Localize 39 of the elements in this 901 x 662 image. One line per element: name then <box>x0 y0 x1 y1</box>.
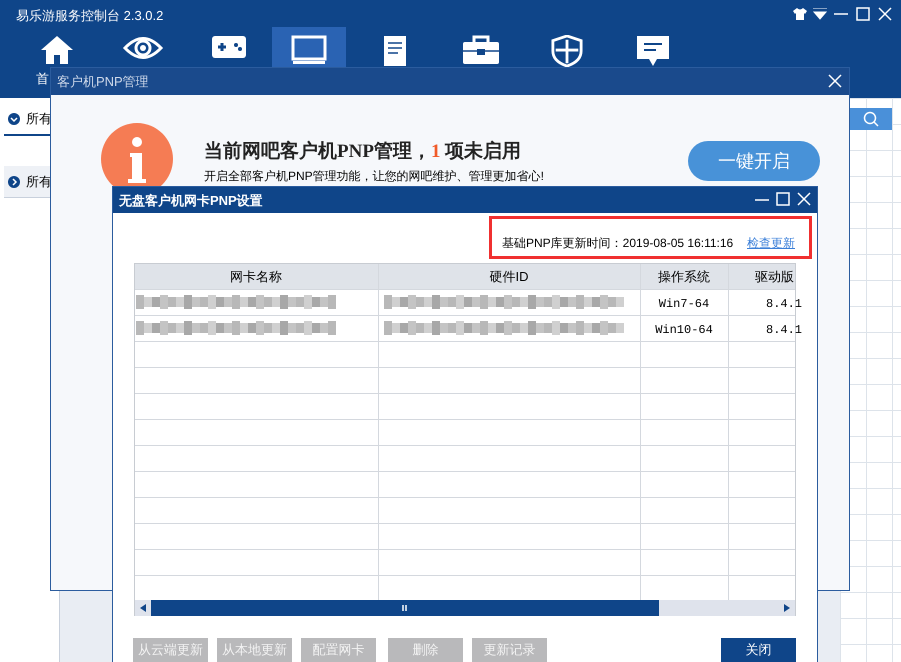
enable-button[interactable]: 一键开启 <box>688 141 820 181</box>
monitor-icon <box>291 35 327 65</box>
dialog-title: 客户机PNP管理 <box>57 73 149 91</box>
search-button[interactable] <box>850 108 892 130</box>
window-title: 易乐游服务控制台 2.3.0.2 <box>16 7 164 25</box>
maximize-icon[interactable] <box>775 192 791 206</box>
gamepad-icon <box>211 35 247 59</box>
check-update-link[interactable]: 检查更新 <box>747 234 795 252</box>
dialog-title: 无盘客户机网卡PNP设置 <box>119 192 263 210</box>
column-header: 网卡名称 <box>229 268 283 286</box>
chevron-right-icon <box>8 176 20 188</box>
headline: 当前网吧客户机PNP管理，1 项未启用 <box>204 140 522 164</box>
eye-icon <box>123 35 163 61</box>
home-icon <box>40 35 74 65</box>
chevron-down-icon <box>8 113 20 125</box>
scrollbar[interactable] <box>135 600 795 616</box>
close-icon[interactable] <box>877 7 893 21</box>
toolbar-label: 首 <box>36 72 49 85</box>
maximize-icon[interactable] <box>855 7 871 21</box>
shirt-icon[interactable] <box>793 8 807 20</box>
column-header: 硬件ID <box>488 268 530 286</box>
dropdown-icon[interactable] <box>813 8 827 20</box>
column-header: 操作系统 <box>657 268 711 286</box>
close-icon[interactable] <box>796 192 812 206</box>
scroll-left-icon[interactable] <box>140 604 146 612</box>
column-header: 驱动版 <box>754 268 795 286</box>
toolbox-icon <box>462 35 500 65</box>
toolbar-tab[interactable] <box>272 27 346 67</box>
subtitle: 开启全部客户机PNP管理功能，让您的网吧维护、管理更加省心! <box>204 168 544 185</box>
table-cell-text: Win10-64 <box>654 322 714 339</box>
search-icon <box>863 111 879 127</box>
update-time: 基础PNP库更新时间：2019-08-05 16:11:16 <box>502 235 734 252</box>
scroll-right-icon[interactable] <box>784 604 790 612</box>
table-cell-text: 8.4.1 <box>766 296 802 313</box>
scroll-thumb[interactable] <box>151 600 659 616</box>
close-icon[interactable] <box>828 74 842 88</box>
table-cell-text: Win7-64 <box>658 296 710 313</box>
table-cell-text: 8.4.1 <box>766 322 802 339</box>
close-button[interactable]: 关闭 <box>721 638 796 662</box>
